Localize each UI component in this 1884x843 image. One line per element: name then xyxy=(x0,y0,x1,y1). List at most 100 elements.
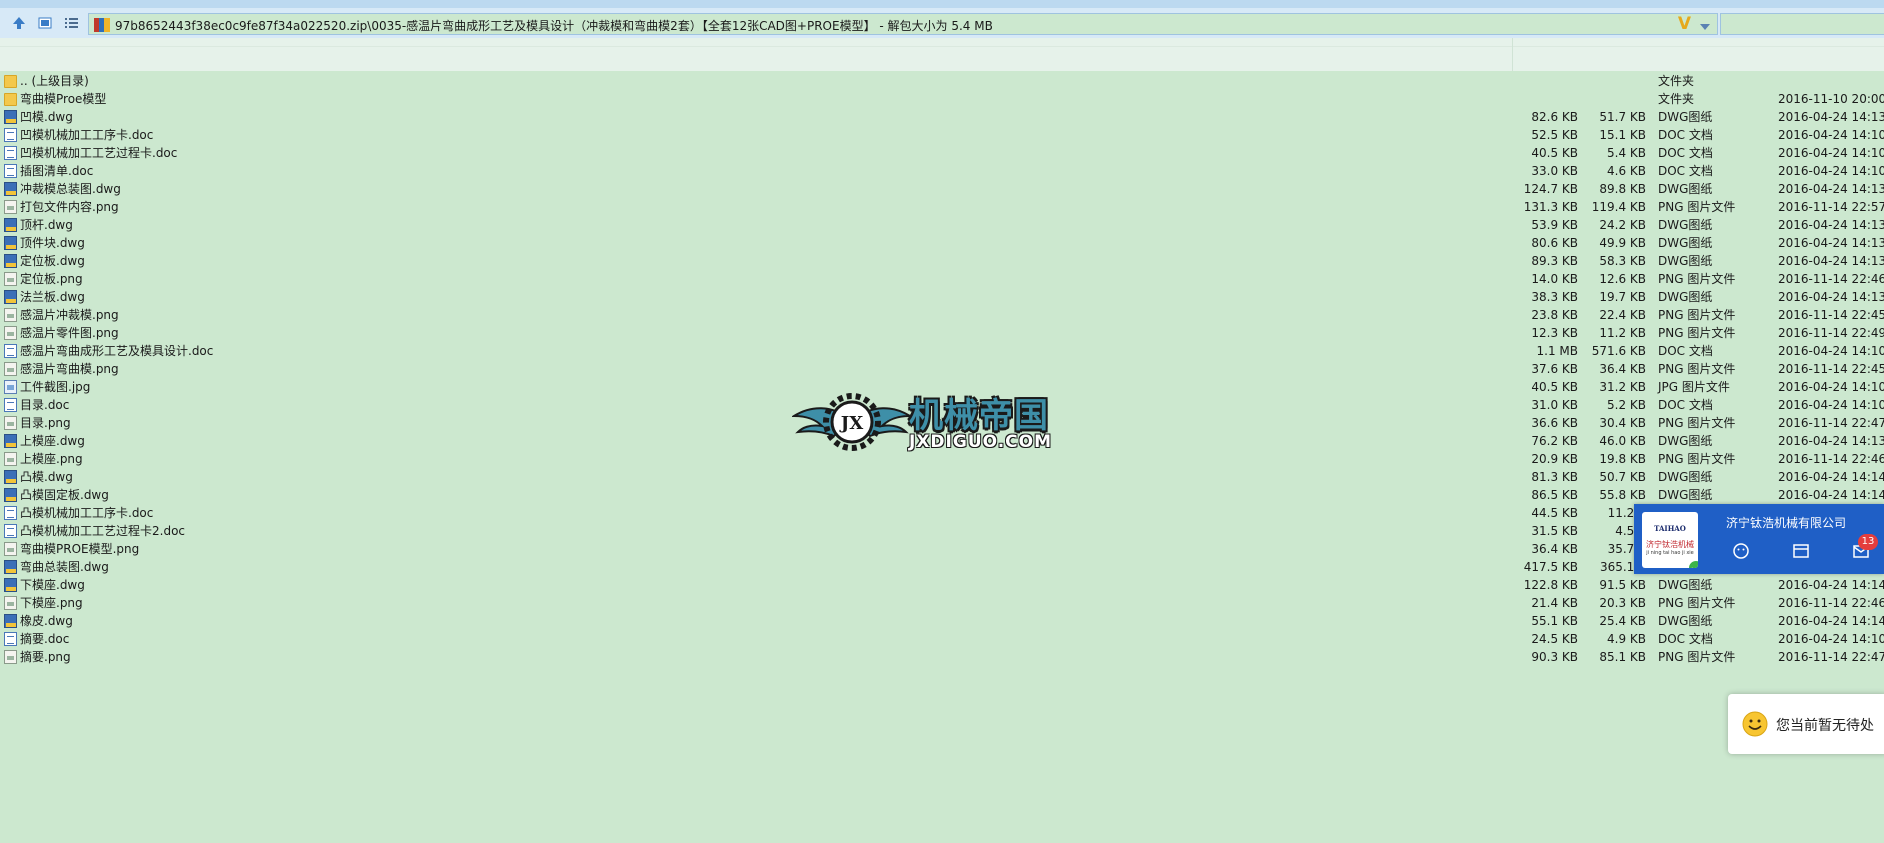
file-name[interactable]: 冲裁模总装图.dwg xyxy=(20,180,121,198)
file-row[interactable]: 顶杆.dwg 53.9 KB 24.2 KB DWG图纸 2016-04-24 14:1… xyxy=(0,216,1884,234)
file-row[interactable]: 感温片弯曲成形工艺及模具设计.doc 1.1 MB 571.6 KB DOC 文档 20… xyxy=(0,342,1884,360)
file-row[interactable]: .. (上级目录) 文件夹 xyxy=(0,72,1884,90)
dwg-file-icon xyxy=(4,560,17,574)
file-name[interactable]: 凸模机械加工工艺过程卡2.doc xyxy=(20,522,185,540)
file-type: DWG图纸 xyxy=(1658,434,1713,448)
file-row[interactable]: 凸模.dwg 81.3 KB 50.7 KB DWG图纸 2016-04-24 14:1… xyxy=(0,468,1884,486)
file-name[interactable]: 定位板.dwg xyxy=(20,252,85,270)
file-name[interactable]: 凹模.dwg xyxy=(20,108,73,126)
doc-file-icon xyxy=(4,398,17,412)
up-arrow-icon[interactable] xyxy=(10,14,28,32)
file-name[interactable]: 下模座.dwg xyxy=(20,576,85,594)
file-row[interactable]: 感温片冲裁模.png 23.8 KB 22.4 KB PNG 图片文件 2016-11-… xyxy=(0,306,1884,324)
file-name[interactable]: 插图清单.doc xyxy=(20,162,93,180)
file-size: 40.5 KB xyxy=(1531,146,1578,160)
file-size: 89.3 KB xyxy=(1531,254,1578,268)
file-date: 2016-11-14 22:46 xyxy=(1778,452,1884,466)
file-size: 1.1 MB xyxy=(1536,344,1578,358)
file-row[interactable]: 插图清单.doc 33.0 KB 4.6 KB DOC 文档 2016-04-24 14… xyxy=(0,162,1884,180)
file-name[interactable]: 目录.png xyxy=(20,414,71,432)
file-date: 2016-11-14 22:45 xyxy=(1778,308,1884,322)
file-name[interactable]: 摘要.doc xyxy=(20,630,69,648)
file-row[interactable]: 打包文件内容.png 131.3 KB 119.4 KB PNG 图片文件 2016-1… xyxy=(0,198,1884,216)
file-date: 2016-04-24 14:10 xyxy=(1778,128,1884,142)
doc-file-icon xyxy=(4,524,17,538)
file-name[interactable]: 顶杆.dwg xyxy=(20,216,73,234)
logo-brand: TAIHAO xyxy=(1654,524,1686,533)
file-row[interactable]: 下模座.png 21.4 KB 20.3 KB PNG 图片文件 2016-11-14 … xyxy=(0,594,1884,612)
file-row[interactable]: 感温片弯曲模.png 37.6 KB 36.4 KB PNG 图片文件 2016-11-… xyxy=(0,360,1884,378)
file-type: PNG 图片文件 xyxy=(1658,200,1736,214)
file-name[interactable]: .. (上级目录) xyxy=(20,72,89,90)
file-name[interactable]: 凸模固定板.dwg xyxy=(20,486,109,504)
address-bar[interactable]: 97b8652443f38ec0c9fe87f34a022520.zip\003… xyxy=(88,13,1718,35)
file-name[interactable]: 摘要.png xyxy=(20,648,71,666)
emoji-icon[interactable] xyxy=(1732,542,1750,560)
file-name[interactable]: 打包文件内容.png xyxy=(20,198,119,216)
file-packed-size: 46.0 KB xyxy=(1599,434,1646,448)
file-name[interactable]: 凸模.dwg xyxy=(20,468,73,486)
file-name[interactable]: 感温片零件图.png xyxy=(20,324,119,342)
file-date: 2016-04-24 14:13 xyxy=(1778,290,1884,304)
file-date: 2016-11-14 22:47 xyxy=(1778,650,1884,664)
file-row[interactable]: 橡皮.dwg 55.1 KB 25.4 KB DWG图纸 2016-04-24 14:1… xyxy=(0,612,1884,630)
thumbnail-view-icon[interactable] xyxy=(36,14,54,32)
file-row[interactable]: 凹模机械加工工艺过程卡.doc 40.5 KB 5.4 KB DOC 文档 2016-0… xyxy=(0,144,1884,162)
png-file-icon xyxy=(4,200,17,214)
file-row[interactable]: 摘要.doc 24.5 KB 4.9 KB DOC 文档 2016-04-24 14:1… xyxy=(0,630,1884,648)
file-name[interactable]: 工件截图.jpg xyxy=(20,378,90,396)
file-row[interactable]: 定位板.dwg 89.3 KB 58.3 KB DWG图纸 2016-04-24 14:… xyxy=(0,252,1884,270)
notice-toast[interactable]: 您当前暂无待处 xyxy=(1728,694,1884,754)
file-row[interactable]: 弯曲模Proe模型 文件夹 2016-11-10 20:00 xyxy=(0,90,1884,108)
window-icon[interactable] xyxy=(1792,542,1810,560)
file-name[interactable]: 橡皮.dwg xyxy=(20,612,73,630)
file-size: 124.7 KB xyxy=(1523,182,1578,196)
file-row[interactable]: 弯曲模PROE模型.png 36.4 KB 35.7 K xyxy=(0,540,1884,558)
address-badge-icon[interactable]: V xyxy=(1678,14,1691,34)
company-name[interactable]: 济宁钛浩机械有限公司 xyxy=(1726,514,1846,531)
file-name[interactable]: 顶件块.dwg xyxy=(20,234,85,252)
file-row[interactable]: 下模座.dwg 122.8 KB 91.5 KB DWG图纸 2016-04-24 14… xyxy=(0,576,1884,594)
file-row[interactable]: 凸模固定板.dwg 86.5 KB 55.8 KB DWG图纸 2016-04-24 1… xyxy=(0,486,1884,504)
file-row[interactable]: 凹模机械加工工序卡.doc 52.5 KB 15.1 KB DOC 文档 2016-04… xyxy=(0,126,1884,144)
file-date: 2016-11-14 22:49 xyxy=(1778,326,1884,340)
file-name[interactable]: 凹模机械加工工艺过程卡.doc xyxy=(20,144,177,162)
chevron-down-icon[interactable] xyxy=(1699,20,1711,34)
chat-contact-card[interactable]: TAIHAO 济宁钛浩机械 ji ning tai hao ji xie 济宁钛… xyxy=(1634,504,1884,574)
file-size: 40.5 KB xyxy=(1531,380,1578,394)
file-date: 2016-04-24 14:14 xyxy=(1778,488,1884,502)
list-view-icon[interactable] xyxy=(62,14,80,32)
verified-check-icon xyxy=(1688,560,1698,568)
search-field[interactable] xyxy=(1720,13,1884,35)
company-logo[interactable]: TAIHAO 济宁钛浩机械 ji ning tai hao ji xie xyxy=(1642,512,1698,568)
file-row[interactable]: 凸模机械加工工序卡.doc 44.5 KB 11.2 K xyxy=(0,504,1884,522)
file-row[interactable]: 摘要.png 90.3 KB 85.1 KB PNG 图片文件 2016-11-14 2… xyxy=(0,648,1884,666)
file-type: PNG 图片文件 xyxy=(1658,362,1736,376)
file-name[interactable]: 上模座.png xyxy=(20,450,83,468)
file-name[interactable]: 弯曲总装图.dwg xyxy=(20,558,109,576)
file-row[interactable]: 感温片零件图.png 12.3 KB 11.2 KB PNG 图片文件 2016-11-… xyxy=(0,324,1884,342)
file-row[interactable]: 凹模.dwg 82.6 KB 51.7 KB DWG图纸 2016-04-24 14:1… xyxy=(0,108,1884,126)
file-name[interactable]: 凹模机械加工工序卡.doc xyxy=(20,126,153,144)
address-path[interactable]: 97b8652443f38ec0c9fe87f34a022520.zip\003… xyxy=(115,17,993,34)
file-row[interactable]: 凸模机械加工工艺过程卡2.doc 31.5 KB 4.5 K xyxy=(0,522,1884,540)
file-name[interactable]: 感温片弯曲模.png xyxy=(20,360,119,378)
file-name[interactable]: 目录.doc xyxy=(20,396,69,414)
file-name[interactable]: 定位板.png xyxy=(20,270,83,288)
file-name[interactable]: 感温片弯曲成形工艺及模具设计.doc xyxy=(20,342,213,360)
file-packed-size: 89.8 KB xyxy=(1599,182,1646,196)
file-name[interactable]: 下模座.png xyxy=(20,594,83,612)
file-name[interactable]: 上模座.dwg xyxy=(20,432,85,450)
file-name[interactable]: 弯曲模Proe模型 xyxy=(20,90,106,108)
file-packed-size: 91.5 KB xyxy=(1599,578,1646,592)
file-row[interactable]: 法兰板.dwg 38.3 KB 19.7 KB DWG图纸 2016-04-24 14:… xyxy=(0,288,1884,306)
dwg-file-icon xyxy=(4,218,17,232)
file-name[interactable]: 法兰板.dwg xyxy=(20,288,85,306)
file-name[interactable]: 弯曲模PROE模型.png xyxy=(20,540,139,558)
file-row[interactable]: 顶件块.dwg 80.6 KB 49.9 KB DWG图纸 2016-04-24 14:… xyxy=(0,234,1884,252)
file-name[interactable]: 感温片冲裁模.png xyxy=(20,306,119,324)
file-row[interactable]: 定位板.png 14.0 KB 12.6 KB PNG 图片文件 2016-11-14 … xyxy=(0,270,1884,288)
file-row[interactable]: 冲裁模总装图.dwg 124.7 KB 89.8 KB DWG图纸 2016-04-24… xyxy=(0,180,1884,198)
file-name[interactable]: 凸模机械加工工序卡.doc xyxy=(20,504,153,522)
file-row[interactable]: 弯曲总装图.dwg 417.5 KB 365.1 K xyxy=(0,558,1884,576)
